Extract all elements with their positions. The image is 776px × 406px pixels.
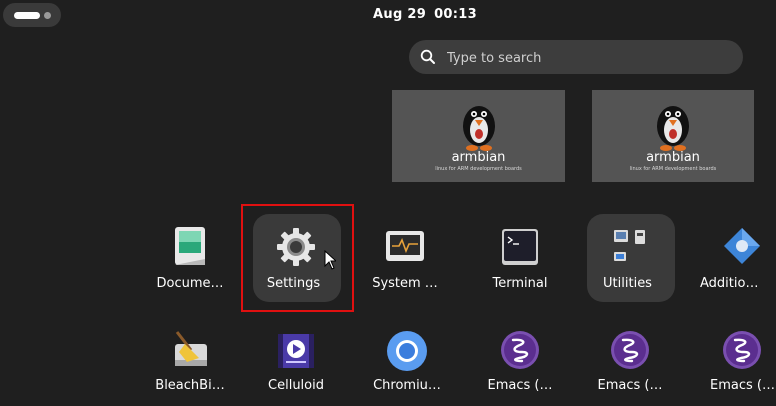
workspace-brand-text: armbian <box>646 150 700 165</box>
clock-time: 00:13 <box>434 7 477 22</box>
app-label: Chromiu… <box>373 378 441 393</box>
app-label: Utilities <box>603 276 652 291</box>
emacs-icon <box>501 331 539 369</box>
app-emacs-1[interactable]: Emacs (… <box>470 326 570 406</box>
clock-date: Aug 29 <box>373 7 427 22</box>
celluloid-video-icon <box>278 334 314 368</box>
search-icon <box>420 49 435 64</box>
app-label: Emacs (… <box>710 378 775 393</box>
app-label: Additio… <box>700 276 759 291</box>
highlight-box <box>241 204 354 312</box>
app-additional-drivers[interactable]: Additio… <box>690 214 776 310</box>
app-emacs-3[interactable]: Emacs (… <box>692 326 776 406</box>
armbian-penguin-logo <box>657 106 689 151</box>
clock[interactable]: Aug 29 00:13 <box>0 7 776 22</box>
workspace-thumbnail-1[interactable]: armbian linux for ARM development boards <box>392 90 565 182</box>
folder-utilities[interactable]: Utilities <box>575 214 675 310</box>
system-monitor-icon <box>386 231 424 261</box>
document-viewer-icon <box>175 227 205 265</box>
software-icon <box>724 228 760 264</box>
terminal-icon <box>502 229 538 265</box>
mouse-cursor-icon <box>324 250 336 270</box>
search-bar[interactable] <box>409 40 743 76</box>
workspace-brand-subtitle: linux for ARM development boards <box>629 166 717 172</box>
emacs-icon <box>611 331 649 369</box>
app-celluloid[interactable]: Celluloid <box>246 326 346 406</box>
app-label: Emacs (… <box>487 378 553 393</box>
app-label: BleachBi… <box>155 378 225 393</box>
armbian-penguin-logo <box>462 106 495 151</box>
app-label: Docume… <box>156 276 224 291</box>
app-label: Celluloid <box>268 378 324 393</box>
app-emacs-2[interactable]: Emacs (… <box>580 326 680 406</box>
utilities-folder-icon <box>614 230 645 261</box>
workspace-brand-subtitle: linux for ARM development boards <box>435 166 522 172</box>
app-label: System … <box>372 276 438 291</box>
app-label: Emacs (… <box>597 378 663 393</box>
emacs-icon <box>723 331 761 369</box>
top-bar: Aug 29 00:13 <box>0 0 776 30</box>
app-terminal[interactable]: Terminal <box>470 214 570 310</box>
app-label: Terminal <box>492 276 548 291</box>
app-document-viewer[interactable]: Docume… <box>140 214 240 310</box>
app-bleachbit[interactable]: BleachBi… <box>140 326 240 406</box>
workspace-brand-text: armbian <box>451 150 506 165</box>
workspace-thumbnail-2[interactable]: armbian linux for ARM development boards <box>592 90 754 182</box>
search-input[interactable] <box>445 40 729 76</box>
chromium-icon <box>387 331 427 371</box>
app-system-monitor[interactable]: System … <box>355 214 455 310</box>
bleachbit-broom-icon <box>175 331 207 366</box>
app-chromium[interactable]: Chromiu… <box>357 326 457 406</box>
